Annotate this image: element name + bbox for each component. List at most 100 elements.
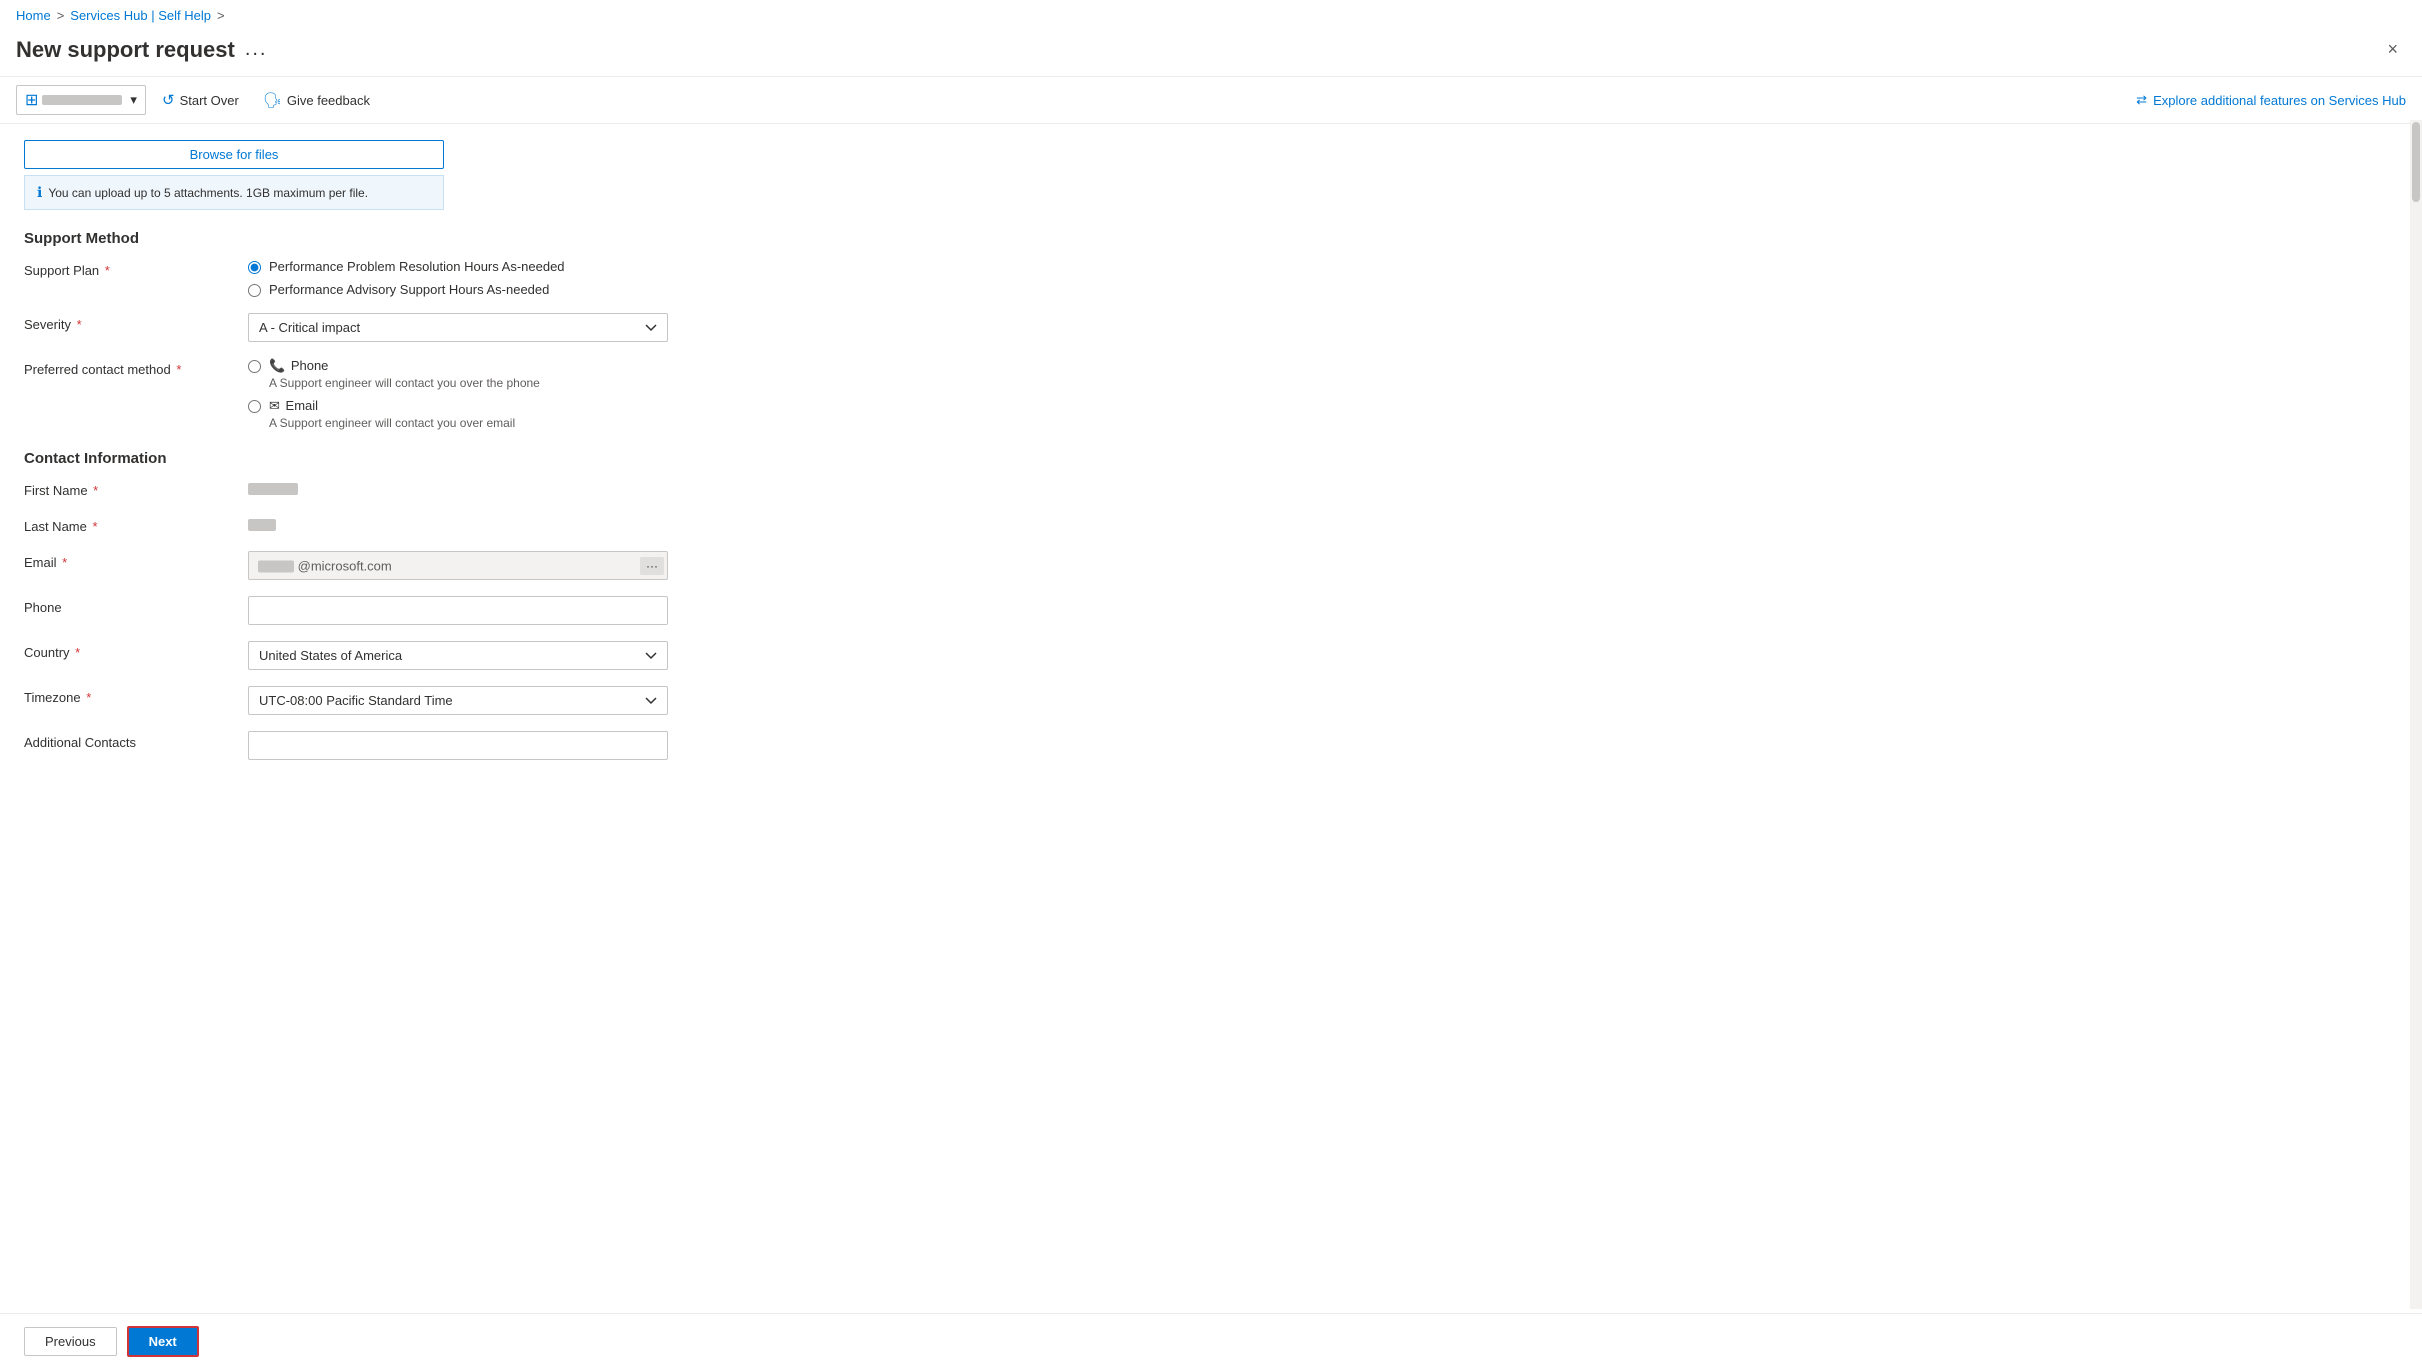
previous-button[interactable]: Previous [24, 1327, 117, 1356]
support-method-section-title: Support Method [24, 230, 876, 247]
breadcrumb-home[interactable]: Home [16, 8, 51, 23]
support-plan-option-1[interactable]: Performance Problem Resolution Hours As-… [248, 259, 668, 274]
preferred-contact-radio-group: 📞 Phone A Support engineer will contact … [248, 358, 668, 430]
next-button[interactable]: Next [127, 1326, 199, 1357]
contact-email-label: ✉ Email [269, 398, 515, 414]
email-icon: ✉ [269, 398, 280, 413]
contact-phone-option[interactable]: 📞 Phone A Support engineer will contact … [248, 358, 668, 390]
scrollbar[interactable] [2410, 120, 2422, 1309]
first-name-row: First Name * [24, 479, 876, 499]
main-content: Browse for files ℹ You can upload up to … [0, 124, 900, 792]
main-content-wrapper: Browse for files ℹ You can upload up to … [0, 124, 2422, 862]
country-control: United States of America United Kingdom … [248, 641, 668, 670]
last-name-row: Last Name * [24, 515, 876, 535]
more-options-dots[interactable]: ... [245, 38, 268, 61]
additional-contacts-input[interactable] [248, 731, 668, 760]
last-name-display [248, 515, 668, 535]
give-feedback-button[interactable]: 🗣 Give feedback [255, 87, 378, 113]
preferred-contact-required: * [173, 362, 182, 377]
first-name-label: First Name * [24, 479, 224, 498]
toolbar: ⊞ ▾ ↺ Start Over 🗣 Give feedback ⇄ Explo… [0, 77, 2422, 124]
support-plan-option-2[interactable]: Performance Advisory Support Hours As-ne… [248, 282, 668, 297]
timezone-row: Timezone * UTC-08:00 Pacific Standard Ti… [24, 686, 876, 715]
last-name-required: * [89, 519, 98, 534]
support-plan-label-2: Performance Advisory Support Hours As-ne… [269, 282, 549, 297]
explore-label: Explore additional features on Services … [2153, 93, 2406, 108]
phone-control [248, 596, 668, 625]
contact-info-section-title: Contact Information [24, 450, 876, 467]
support-plan-label-1: Performance Problem Resolution Hours As-… [269, 259, 565, 274]
severity-select[interactable]: A - Critical impact B - Moderate impact … [248, 313, 668, 342]
support-plan-label: Support Plan * [24, 259, 224, 278]
start-over-icon: ↺ [162, 91, 175, 109]
first-name-redacted [248, 483, 298, 495]
browse-files-button[interactable]: Browse for files [24, 140, 444, 169]
severity-required: * [73, 317, 82, 332]
phone-row: Phone [24, 596, 876, 625]
country-required: * [72, 645, 81, 660]
contact-email-radio[interactable] [248, 400, 261, 413]
email-row: Email * @microsoft.com ··· [24, 551, 876, 580]
org-name-placeholder [42, 95, 122, 105]
attachment-area: Browse for files ℹ You can upload up to … [24, 140, 876, 210]
email-options-button[interactable]: ··· [640, 557, 664, 575]
contact-email-desc: A Support engineer will contact you over… [269, 416, 515, 430]
support-plan-row: Support Plan * Performance Problem Resol… [24, 259, 876, 297]
contact-phone-label: 📞 Phone [269, 358, 540, 374]
timezone-control: UTC-08:00 Pacific Standard Time UTC-05:0… [248, 686, 668, 715]
org-icon: ⊞ [25, 90, 38, 110]
start-over-label: Start Over [180, 93, 239, 108]
timezone-select[interactable]: UTC-08:00 Pacific Standard Time UTC-05:0… [248, 686, 668, 715]
support-plan-required: * [101, 263, 110, 278]
breadcrumb-sep1: > [57, 8, 65, 23]
timezone-required: * [83, 690, 92, 705]
breadcrumb-services-hub[interactable]: Services Hub | Self Help [70, 8, 211, 23]
last-name-label: Last Name * [24, 515, 224, 534]
additional-contacts-label: Additional Contacts [24, 731, 224, 750]
scroll-thumb[interactable] [2412, 122, 2420, 202]
severity-label: Severity * [24, 313, 224, 332]
explore-icon: ⇄ [2136, 92, 2147, 108]
country-select[interactable]: United States of America United Kingdom … [248, 641, 668, 670]
email-field-wrapper: @microsoft.com ··· [248, 551, 668, 580]
last-name-redacted [248, 519, 276, 531]
support-plan-options: Performance Problem Resolution Hours As-… [248, 259, 668, 297]
first-name-required: * [90, 483, 99, 498]
org-dropdown-chevron: ▾ [130, 92, 137, 108]
close-button[interactable]: × [2379, 35, 2406, 64]
additional-contacts-control [248, 731, 668, 760]
severity-row: Severity * A - Critical impact B - Moder… [24, 313, 876, 342]
phone-icon: 📞 [269, 358, 285, 373]
breadcrumb-sep2: > [217, 8, 225, 23]
country-row: Country * United States of America Unite… [24, 641, 876, 670]
first-name-display [248, 479, 668, 499]
country-label: Country * [24, 641, 224, 660]
phone-input[interactable] [248, 596, 668, 625]
support-plan-radio-1[interactable] [248, 261, 261, 274]
support-plan-radio-2[interactable] [248, 284, 261, 297]
give-feedback-label: Give feedback [287, 93, 370, 108]
preferred-contact-label: Preferred contact method * [24, 358, 224, 377]
breadcrumb: Home > Services Hub | Self Help > [0, 0, 2422, 31]
preferred-contact-options: 📞 Phone A Support engineer will contact … [248, 358, 668, 430]
additional-contacts-row: Additional Contacts [24, 731, 876, 760]
feedback-icon: 🗣 [263, 91, 282, 109]
attachment-info: ℹ You can upload up to 5 attachments. 1G… [24, 175, 444, 210]
email-control: @microsoft.com ··· [248, 551, 668, 580]
contact-phone-radio[interactable] [248, 360, 261, 373]
attachment-info-text: You can upload up to 5 attachments. 1GB … [48, 186, 368, 200]
contact-email-option[interactable]: ✉ Email A Support engineer will contact … [248, 398, 668, 430]
page-title-row: New support request ... × [0, 31, 2422, 77]
org-dropdown[interactable]: ⊞ ▾ [16, 85, 146, 115]
first-name-control [248, 479, 668, 499]
explore-link[interactable]: ⇄ Explore additional features on Service… [2136, 92, 2406, 108]
timezone-label: Timezone * [24, 686, 224, 705]
email-input[interactable] [248, 551, 668, 580]
preferred-contact-row: Preferred contact method * 📞 Phone A Sup… [24, 358, 876, 430]
footer: Previous Next [0, 1313, 2422, 1369]
info-icon: ℹ [37, 184, 42, 201]
toolbar-left: ⊞ ▾ ↺ Start Over 🗣 Give feedback [16, 85, 2128, 115]
contact-phone-desc: A Support engineer will contact you over… [269, 376, 540, 390]
start-over-button[interactable]: ↺ Start Over [154, 87, 247, 113]
email-required: * [59, 555, 68, 570]
